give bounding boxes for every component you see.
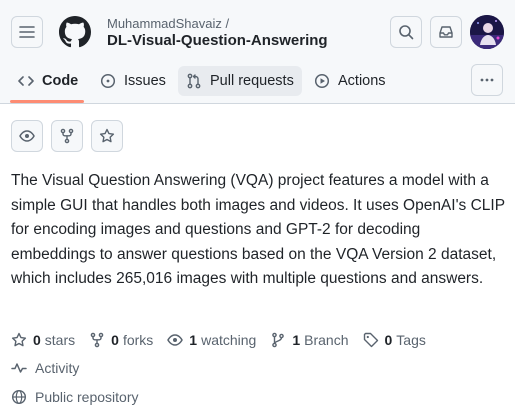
app-header: MuhammadShavaiz / DL-Visual-Question-Ans… — [0, 0, 515, 104]
hamburger-icon — [19, 26, 35, 38]
tags-count: 0 — [384, 332, 393, 348]
tab-issues-label: Issues — [124, 73, 166, 89]
watching-count: 1 — [189, 332, 198, 348]
github-logo-icon[interactable] — [59, 16, 91, 48]
code-icon — [18, 76, 34, 86]
search-button[interactable] — [390, 16, 422, 48]
star-button[interactable] — [91, 120, 123, 152]
watch-button[interactable] — [11, 120, 43, 152]
git-pull-request-icon — [187, 73, 201, 89]
repo-forked-icon — [60, 128, 74, 144]
tab-actions-label: Actions — [338, 73, 386, 89]
globe-icon — [11, 389, 27, 405]
tab-code[interactable]: Code — [10, 66, 86, 96]
visibility-label: Public repository — [35, 389, 139, 405]
branches-link[interactable]: 1 Branch — [270, 332, 349, 348]
branch-count: 1 — [292, 332, 301, 348]
visibility-info: Public repository — [11, 387, 139, 407]
activity-link[interactable]: Activity — [11, 358, 79, 378]
more-tabs-button[interactable] — [471, 64, 503, 96]
pulse-icon — [11, 363, 27, 373]
fork-button[interactable] — [51, 120, 83, 152]
tag-icon — [363, 332, 378, 348]
stars-count: 0 — [33, 332, 41, 348]
tab-issues[interactable]: Issues — [92, 66, 174, 96]
play-icon — [314, 73, 330, 89]
forks-label: forks — [122, 332, 154, 348]
issue-opened-icon — [100, 73, 116, 89]
breadcrumb-owner-link[interactable]: MuhammadShavaiz / — [107, 16, 229, 31]
tab-actions[interactable]: Actions — [306, 66, 394, 96]
open-menu-button[interactable] — [11, 16, 43, 48]
inbox-icon — [439, 26, 453, 38]
avatar[interactable] — [470, 15, 504, 49]
star-icon — [99, 128, 115, 143]
kebab-horizontal-icon — [480, 78, 494, 82]
branch-label: Branch — [304, 332, 349, 348]
stars-label: stars — [44, 332, 76, 348]
stars-link[interactable]: 0 stars — [11, 332, 75, 348]
watchers-link[interactable]: 1 watching — [167, 332, 256, 348]
forks-count: 0 — [111, 332, 119, 348]
breadcrumb-repo-link[interactable]: DL-Visual-Question-Answering — [107, 32, 328, 49]
repo-description: The Visual Question Answering (VQA) proj… — [11, 172, 505, 287]
tab-code-label: Code — [42, 73, 79, 89]
tab-pull-requests[interactable]: Pull requests — [178, 66, 302, 96]
tags-label: Tags — [396, 332, 426, 348]
eye-icon — [19, 130, 35, 142]
repo-forked-icon — [90, 332, 104, 348]
eye-icon — [167, 334, 184, 346]
watching-label: watching — [201, 332, 257, 348]
tab-pull-requests-label: Pull requests — [210, 73, 294, 89]
star-icon — [11, 332, 27, 347]
activity-label: Activity — [35, 360, 80, 376]
repo-stats: 0 stars 0 forks 1 watching 1 Branch 0 Ta… — [11, 330, 440, 350]
search-icon — [399, 25, 414, 40]
forks-link[interactable]: 0 forks — [89, 332, 153, 348]
selected-tab-indicator — [10, 100, 84, 103]
tags-link[interactable]: 0 Tags — [363, 332, 426, 348]
git-branch-icon — [272, 332, 285, 348]
inbox-button[interactable] — [430, 16, 462, 48]
